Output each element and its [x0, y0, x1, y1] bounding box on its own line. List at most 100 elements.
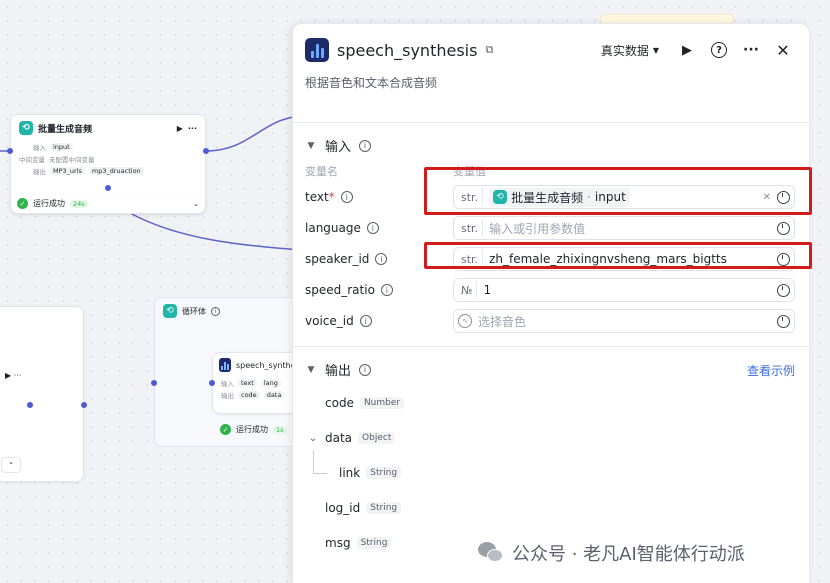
output-name: msg [325, 536, 351, 550]
run-node-icon[interactable]: ▶ [177, 124, 183, 133]
inner-in-chip: lang [260, 379, 281, 387]
info-icon[interactable]: i [366, 222, 379, 234]
batch-mid-label: 中间变量 [19, 156, 45, 164]
partial-in-port[interactable] [81, 402, 87, 408]
copy-icon[interactable]: ⧉ [485, 43, 493, 57]
language-placeholder: 输入或引用参数值 [489, 221, 586, 236]
output-type: Number [359, 397, 405, 409]
output-row-msg: msg String [325, 536, 392, 550]
variable-ref-icon[interactable] [777, 190, 790, 204]
param-row-speaker-id: speaker_id i str. zh_female_zhixingnvshe… [305, 247, 795, 271]
loop-in-port[interactable] [151, 380, 157, 386]
output-name: data [325, 431, 353, 445]
info-icon[interactable]: i [359, 139, 372, 152]
type-tag: str. [458, 188, 484, 206]
chevron-down-icon[interactable]: ⌄ [1, 457, 21, 473]
panel-header: speech_synthesis ⧉ 真实数据 ▼ ▶ ? ··· ✕ 根据音色… [293, 24, 809, 104]
info-icon[interactable]: i [359, 363, 372, 376]
param-label-speaker-id: speaker_id [305, 252, 370, 266]
variable-ref-icon[interactable] [777, 221, 790, 235]
speaker-id-value-field[interactable]: str. zh_female_zhixingnvsheng_mars_bigtt… [453, 247, 795, 271]
batch-status-bar[interactable]: ✓ 运行成功 24s ⌄ [10, 194, 206, 214]
inner-out-chip: data [263, 391, 285, 399]
batch-bottom-port[interactable] [105, 185, 111, 191]
loop-icon: ⟲ [163, 304, 177, 318]
chevron-down-icon: ⌄ [308, 432, 318, 444]
batch-out-chip: MP3_urls [50, 167, 85, 175]
clear-icon[interactable]: ✕ [763, 192, 771, 203]
panel-title: speech_synthesis [337, 40, 478, 60]
inner-out-chip: code [238, 391, 260, 399]
edge-batch-to-panel [205, 115, 301, 152]
inner-out-label: 输出 [221, 392, 234, 400]
voice-id-placeholder: 选择音色 [478, 314, 527, 329]
info-icon[interactable]: i [340, 191, 353, 203]
info-icon[interactable]: i [380, 284, 393, 296]
param-label-language: language [305, 221, 361, 235]
output-name: code [325, 396, 354, 410]
partial-out-port[interactable] [27, 402, 33, 408]
data-mode-label: 真实数据 [600, 43, 649, 58]
help-icon: ? [711, 42, 727, 58]
inner-in-port[interactable] [209, 380, 215, 386]
speaker-id-value: zh_female_zhixingnvsheng_mars_bigtts [489, 252, 727, 266]
variable-ref-icon[interactable] [777, 314, 790, 328]
batch-out-chip: mp3_druaction [88, 167, 144, 175]
inner-status-bar[interactable]: ✓ 运行成功 1s [214, 420, 293, 439]
chevron-down-icon: ▼ [307, 364, 315, 375]
batch-out-port[interactable] [203, 148, 209, 154]
text-value-field[interactable]: str. ⟲ 批量生成音频 · input ✕ [453, 185, 795, 209]
panel-description: 根据音色和文本合成音频 [305, 76, 438, 90]
data-mode-select[interactable]: 真实数据 ▼ [601, 42, 659, 59]
loop-icon: ⟲ [493, 190, 508, 204]
chevron-down-icon: ▼ [307, 140, 315, 151]
output-type: String [366, 502, 402, 514]
run-icon[interactable]: ▶ [675, 38, 699, 62]
number-type-tag: № [458, 281, 478, 299]
batch-mid-value: 未配置中间变量 [49, 156, 95, 164]
variable-ref-icon[interactable] [777, 252, 790, 266]
language-value-field[interactable]: str. 输入或引用参数值 [453, 216, 795, 240]
help-button[interactable]: ? [707, 38, 731, 62]
watermark: 公众号 · 老凡AI智能体行动派 [478, 540, 745, 566]
type-tag: str. [458, 219, 484, 237]
ref-node-name: 批量生成音频 [511, 190, 584, 205]
output-row-log-id: log_id String [325, 501, 402, 515]
batch-node-title: 批量生成音频 [38, 124, 93, 135]
input-section-header[interactable]: ▼ 输入 i [305, 136, 372, 155]
output-divider [293, 346, 809, 347]
more-icon[interactable]: ··· [739, 38, 763, 62]
speed-ratio-value: 1 [483, 283, 492, 297]
param-row-text: text* i str. ⟲ 批量生成音频 · input ✕ [305, 185, 795, 209]
variable-ref-icon[interactable] [777, 283, 790, 297]
close-icon[interactable]: ✕ [771, 38, 795, 62]
more-icon[interactable]: ··· [188, 124, 197, 133]
output-row-data[interactable]: ⌄ data Object [307, 431, 396, 445]
speed-ratio-value-field[interactable]: № 1 [453, 278, 795, 302]
batch-in-port[interactable] [7, 148, 13, 154]
inner-speech-node[interactable]: speech_synthesis 输入 text lang 输出 code da… [212, 352, 302, 414]
wechat-icon [478, 542, 504, 564]
reference-chip[interactable]: ⟲ 批量生成音频 · input [489, 187, 630, 207]
batch-in-label: 输入 [33, 144, 46, 152]
param-row-language: language i str. 输入或引用参数值 [305, 216, 795, 240]
param-row-speed-ratio: speed_ratio i № 1 [305, 278, 795, 302]
output-section-header[interactable]: ▼ 输出 i [305, 360, 372, 379]
voice-id-select[interactable]: ∿ 选择音色 [453, 309, 795, 333]
output-section-title: 输出 [325, 364, 352, 379]
left-partial-node[interactable]: ▶ ··· ⌄ [0, 306, 84, 482]
output-row-link: link String [339, 466, 402, 480]
inner-in-chip: text [238, 379, 257, 387]
caret-down-icon: ▼ [652, 45, 659, 55]
chevron-down-icon[interactable]: ⌄ [193, 200, 199, 208]
inner-status-text: 运行成功 [236, 425, 268, 434]
output-row-code: code Number [325, 396, 405, 410]
view-example-link[interactable]: 查看示例 [747, 362, 795, 379]
node-config-panel: speech_synthesis ⧉ 真实数据 ▼ ▶ ? ··· ✕ 根据音色… [292, 23, 812, 583]
output-type: String [366, 467, 402, 479]
info-icon[interactable]: i [375, 253, 388, 265]
batch-out-label: 输出 [33, 168, 46, 176]
header-divider [293, 122, 809, 123]
speech-synthesis-icon [305, 38, 329, 62]
info-icon[interactable]: i [359, 315, 372, 327]
